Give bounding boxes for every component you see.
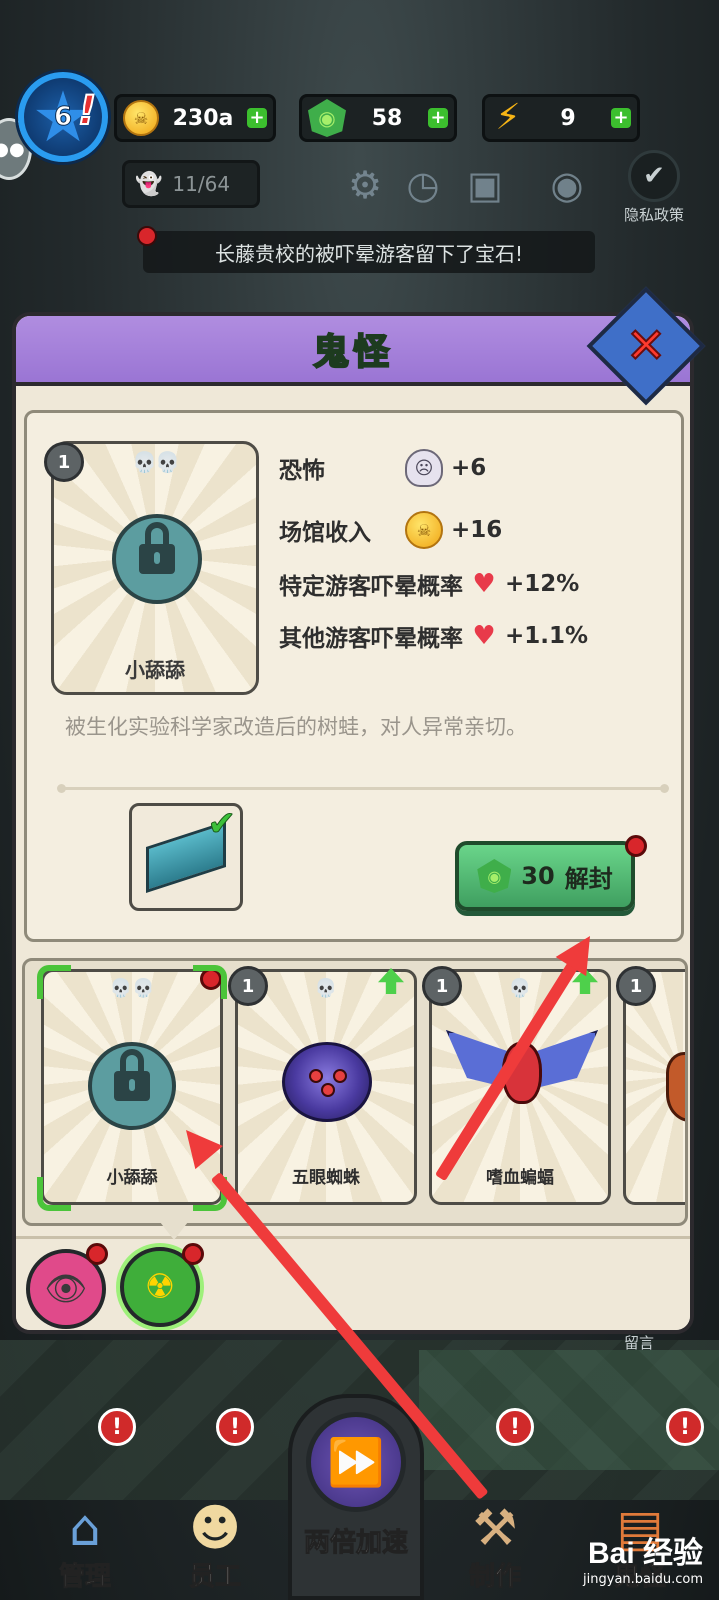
divider <box>57 784 669 793</box>
ghost-count-value: 11/64 <box>172 172 231 196</box>
selection-pointer <box>160 1222 188 1240</box>
message-label[interactable]: 留言 <box>624 1332 654 1353</box>
gem-icon: ◉ <box>477 859 512 893</box>
spider-ghost-icon <box>282 1042 372 1122</box>
gem-counter[interactable]: ◉ 58 + <box>299 94 457 142</box>
energy-counter[interactable]: ⚡ 9 + <box>482 94 640 142</box>
alert-badge-icon: ! <box>98 1408 136 1446</box>
required-item-card[interactable]: ✔ <box>129 803 243 911</box>
stat-value: +1.1% <box>505 623 589 649</box>
gallery-ghost-name: 嗜血蝙蝠 <box>486 1168 554 1188</box>
coin-value: 230a <box>172 105 234 131</box>
stat-value: +16 <box>451 517 503 543</box>
alert-badge-icon: ! <box>496 1408 534 1446</box>
ghost-name: 小舔舔 <box>125 658 185 682</box>
level-number: 6 <box>53 102 73 133</box>
skull-rating-icon: 💀💀 <box>132 450 180 474</box>
ghost-gallery[interactable]: 💀💀 小舔舔 1 💀 五眼蜘蛛 1 💀 嗜血蝙蝠 1 <box>22 958 688 1226</box>
stat-row-specific-faint: 特定游客吓晕概率 ♥ +12% <box>279 565 579 603</box>
nav-tab-craft[interactable]: ⚒ 制作 <box>440 1500 550 1600</box>
dragon-ghost-icon <box>666 1052 685 1122</box>
gallery-card-bat[interactable]: 1 💀 嗜血蝙蝠 <box>422 966 611 1205</box>
nav-tab-double-speed[interactable]: ⏩ 两倍加速 <box>288 1394 424 1600</box>
gallery-card-partial[interactable]: 1 <box>616 966 685 1205</box>
notification-dot <box>86 1243 108 1265</box>
add-gems-button[interactable]: + <box>428 108 448 128</box>
stat-label: 其他游客吓晕概率 <box>279 626 463 652</box>
timer-icon[interactable]: ◷ <box>398 160 448 210</box>
stat-row-fear: 恐怖 ☹ +6 <box>279 449 486 487</box>
stat-value: +12% <box>505 571 580 597</box>
settings-gear-icon[interactable]: ⚙ <box>340 160 390 210</box>
panel-action-row: 👁 ☢ <box>16 1236 690 1330</box>
unlock-cost: 30 <box>521 862 555 890</box>
watermark-logo: Bai 经验 <box>587 1537 703 1570</box>
gem-value: 58 <box>371 105 403 131</box>
ghost-description: 被生化实验科学家改造后的树蛙，对人异常亲切。 <box>65 715 527 739</box>
add-energy-button[interactable]: + <box>611 108 631 128</box>
nav-label: 员工 <box>188 1562 241 1593</box>
gallery-card-spider[interactable]: 1 💀 五眼蜘蛛 <box>228 966 417 1205</box>
stat-label: 恐怖 <box>279 458 325 484</box>
lightning-icon: ⚡ <box>495 97 521 138</box>
alert-badge-icon: ! <box>666 1408 704 1446</box>
stat-row-other-faint: 其他游客吓晕概率 ♥ +1.1% <box>279 617 588 655</box>
skull-icon: ☹ <box>405 449 443 487</box>
notice-banner[interactable]: 长藤贵校的被吓晕游客留下了宝石! <box>143 231 595 273</box>
coin-icon: ☠ <box>405 511 443 549</box>
panel-header: 鬼怪 <box>16 316 690 386</box>
nav-label: 两倍加速 <box>303 1528 408 1559</box>
level-alert-icon: ! <box>77 87 97 135</box>
watermark-url: jingyan.baidu.com <box>583 1572 703 1587</box>
calendar-check-icon[interactable]: ▣ <box>460 160 510 210</box>
baidu-watermark: Bai 经验 jingyan.baidu.com <box>583 1528 703 1587</box>
stat-row-income: 场馆收入 ☠ +16 <box>279 511 502 549</box>
ghost-detail: 1 💀💀 小舔舔 恐怖 ☹ +6 场馆收入 ☠ +16 特定游客吓晕概率 ♥ +… <box>24 410 684 942</box>
stat-value: +6 <box>451 455 487 481</box>
heartbeat-icon: ♥ <box>472 621 496 651</box>
lock-icon <box>88 1042 176 1130</box>
notification-dot <box>182 1243 204 1265</box>
staff-icon: ☻ <box>188 1499 242 1557</box>
shield-check-icon: ✔ <box>628 150 680 202</box>
privacy-policy-button[interactable]: ✔ 隐私政策 <box>608 150 700 226</box>
nav-tab-manage[interactable]: ⌂ 管理 <box>30 1500 140 1600</box>
gem-icon: ◉ <box>308 99 346 137</box>
unlock-label: 解封 <box>564 864 613 893</box>
heartbeat-icon: ♥ <box>472 569 496 599</box>
house-icon: ⌂ <box>69 1499 101 1557</box>
alert-badge-icon: ! <box>216 1408 254 1446</box>
coin-icon: ☠ <box>123 100 159 136</box>
stat-label: 特定游客吓晕概率 <box>279 574 463 600</box>
radiation-icon: ☢ <box>144 1267 176 1307</box>
energy-value: 9 <box>560 105 576 131</box>
notification-dot <box>625 835 647 857</box>
ghost-level-badge: 1 <box>616 966 656 1006</box>
panel-title: 鬼怪 <box>312 331 393 374</box>
gallery-ghost-name: 五眼蜘蛛 <box>292 1168 360 1188</box>
ghost-capacity: 👻 11/64 <box>122 160 260 208</box>
unlock-button[interactable]: ◉ 30 解封 <box>455 841 635 911</box>
notice-dot-icon <box>137 226 157 246</box>
eye-icon[interactable]: ◉ <box>542 160 592 210</box>
stat-label: 场馆收入 <box>279 520 371 546</box>
checkmark-icon: ✔ <box>207 804 236 845</box>
nav-tab-staff[interactable]: ☻ 员工 <box>160 1500 270 1600</box>
toolbox-icon: ⚒ <box>472 1499 518 1557</box>
lock-icon <box>112 514 202 604</box>
close-icon: ✕ <box>625 317 667 375</box>
selected-ghost-card: 1 💀💀 小舔舔 <box>44 441 259 695</box>
nav-label: 管理 <box>58 1562 111 1593</box>
ghost-icon: 👻 <box>135 171 163 197</box>
ghost-panel: 鬼怪 1 💀💀 小舔舔 恐怖 ☹ +6 场馆收入 ☠ +16 特定游客吓晕概率 … <box>12 312 694 1334</box>
gallery-card-selected[interactable]: 💀💀 小舔舔 <box>41 968 223 1205</box>
selection-corner <box>193 965 227 999</box>
add-coins-button[interactable]: + <box>247 108 267 128</box>
nav-label: 制作 <box>468 1562 521 1593</box>
coin-counter[interactable]: ☠ 230a + <box>114 94 276 142</box>
privacy-policy-label: 隐私政策 <box>623 206 684 224</box>
fast-forward-icon: ⏩ <box>306 1412 406 1512</box>
selection-corner <box>37 1177 71 1211</box>
selection-corner <box>37 965 71 999</box>
